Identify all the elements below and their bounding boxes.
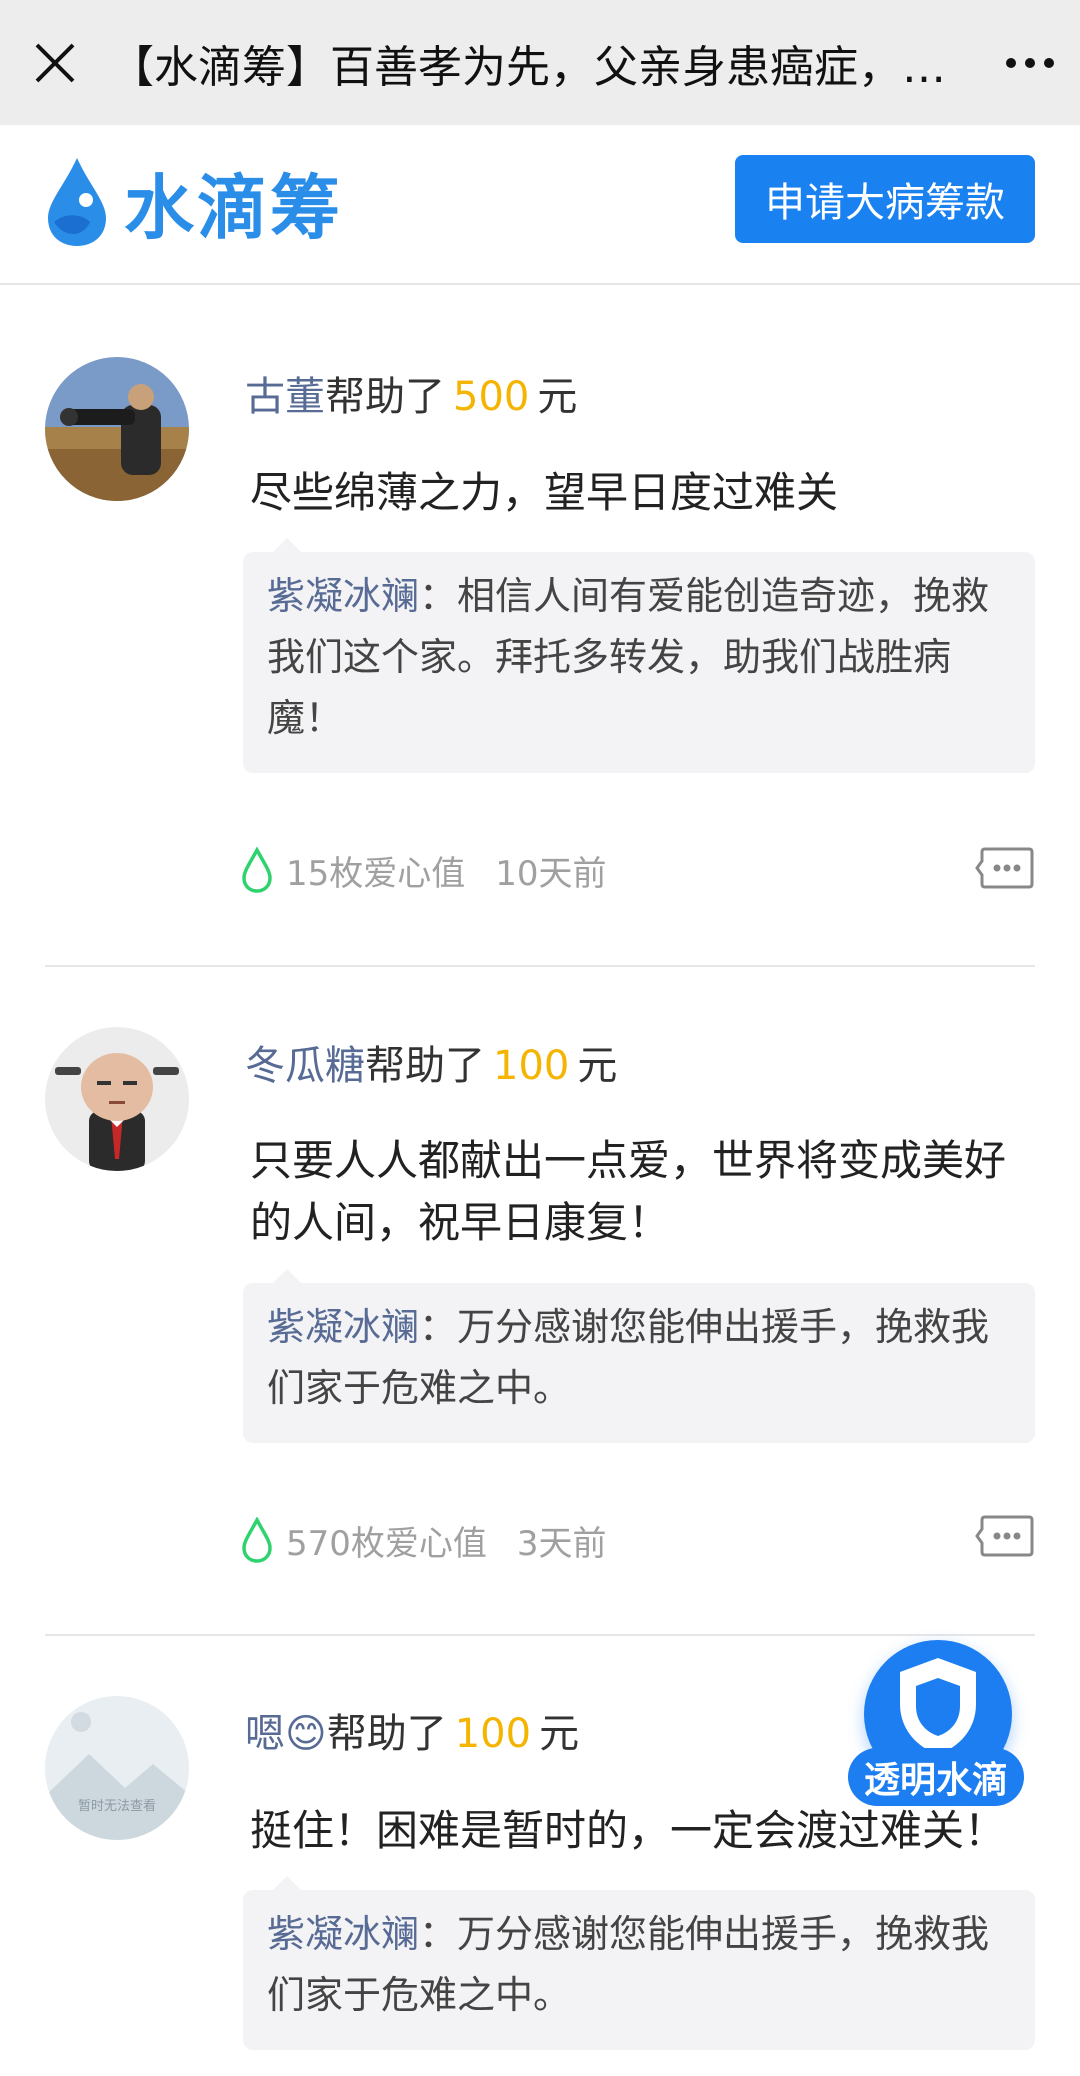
avatar[interactable]: 暂时无法查看 <box>45 1696 189 1840</box>
apply-fundraising-button[interactable]: 申请大病筹款 <box>735 155 1035 243</box>
reply-author[interactable]: 紫凝冰斓 <box>267 1912 419 1956</box>
more-icon[interactable] <box>980 0 1080 125</box>
reply-box: 紫凝冰斓：万分感谢您能伸出援手，挽救我们家于危难之中。 <box>243 1876 1035 2050</box>
helped-text: 帮助了 <box>325 374 445 420</box>
donor-message: 尽些绵薄之力，望早日度过难关 <box>250 468 839 517</box>
donation-amount: 500 <box>453 374 530 420</box>
donor-name[interactable]: 古董 <box>245 374 325 420</box>
water-drop-logo-icon <box>48 158 106 246</box>
love-value: 15枚爱心值 <box>286 853 466 894</box>
entry-meta: 570枚爱心值 3天前 <box>240 1515 607 1565</box>
logo[interactable]: 水滴筹 <box>44 147 343 257</box>
comment-icon[interactable] <box>975 845 1035 891</box>
avatar-placeholder-text: 暂时无法查看 <box>78 1798 156 1814</box>
love-drop-icon <box>242 847 272 893</box>
timestamp: 10天前 <box>495 853 607 894</box>
logo-text: 水滴筹 <box>124 166 343 249</box>
donation-headline: 冬瓜糖帮助了 100 元 <box>245 1033 617 1091</box>
reply-box: 紫凝冰斓：万分感谢您能伸出援手，挽救我们家于危难之中。 <box>243 1269 1035 1443</box>
transparency-badge[interactable]: 透明水滴 <box>848 1640 1024 1816</box>
avatar[interactable] <box>45 357 189 501</box>
currency-label: 元 <box>537 374 578 420</box>
currency-label: 元 <box>539 1711 580 1757</box>
timestamp: 3天前 <box>516 1523 607 1564</box>
currency-label: 元 <box>577 1043 618 1089</box>
shield-icon <box>900 1658 976 1754</box>
reply-author[interactable]: 紫凝冰斓 <box>267 574 419 618</box>
love-value: 570枚爱心值 <box>286 1523 487 1564</box>
divider <box>45 965 1035 967</box>
donation-amount: 100 <box>454 1711 532 1757</box>
donor-name[interactable]: 冬瓜糖 <box>245 1043 365 1089</box>
divider <box>45 1634 1035 1636</box>
donation-amount: 100 <box>493 1043 570 1089</box>
donor-message: 只要人人都献出一点爱，世界将变成美好的人间，祝早日康复！ <box>250 1136 1007 1247</box>
donation-headline: 嗯😊帮助了 100 元 <box>245 1701 579 1759</box>
helped-text: 帮助了 <box>365 1043 485 1089</box>
donor-name[interactable]: 嗯😊 <box>245 1711 327 1757</box>
close-icon[interactable] <box>0 0 110 125</box>
donation-headline: 古董帮助了 500 元 <box>245 364 577 422</box>
page-title: 【水滴筹】百善孝为先，父亲身患癌症，… <box>110 41 946 93</box>
helped-text: 帮助了 <box>326 1711 447 1757</box>
browser-top-bar: 【水滴筹】百善孝为先，父亲身患癌症，… <box>0 0 1080 125</box>
love-drop-icon <box>242 1517 272 1563</box>
avatar[interactable] <box>45 1027 189 1171</box>
badge-label: 透明水滴 <box>848 1748 1024 1806</box>
reply-box: 紫凝冰斓：相信人间有爱能创造奇迹，挽救我们这个家。拜托多转发，助我们战胜病魔！ <box>243 538 1035 773</box>
reply-author[interactable]: 紫凝冰斓 <box>267 1305 419 1349</box>
comment-icon[interactable] <box>975 1513 1035 1559</box>
site-header: 水滴筹 申请大病筹款 <box>0 125 1080 285</box>
entry-meta: 15枚爱心值 10天前 <box>240 845 607 895</box>
